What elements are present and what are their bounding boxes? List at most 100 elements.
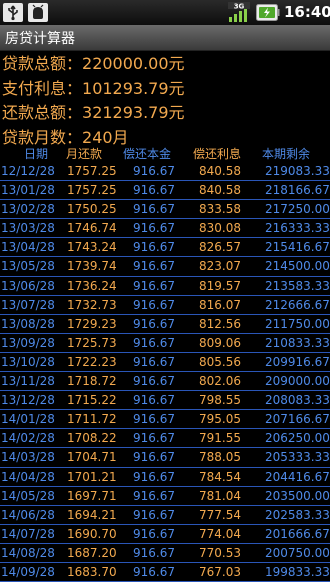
cell-date: 13/08/28 xyxy=(1,316,55,331)
cell-monthly-payment: 1757.25 xyxy=(67,164,117,178)
cell-interest: 816.07 xyxy=(199,297,241,312)
table-row[interactable]: 14/05/28 1697.71 916.67 781.04 203500.00 xyxy=(0,487,330,506)
cell-interest: 805.56 xyxy=(199,354,241,369)
summary-value: 321293.79元 xyxy=(82,103,185,122)
cell-remaining: 210833.33 xyxy=(265,335,330,350)
cell-date: 14/03/28 xyxy=(1,450,55,465)
svg-text:3G: 3G xyxy=(234,2,245,10)
cell-principal: 916.67 xyxy=(133,354,175,369)
cell-interest: 819.57 xyxy=(199,278,241,293)
table-row[interactable]: 13/02/28 1750.25 916.67 833.58 217250.00 xyxy=(0,200,330,220)
header-principal: 偿还本金 xyxy=(123,147,172,161)
table-row[interactable]: 14/03/28 1704.71 916.67 788.05 205333.33 xyxy=(0,448,330,468)
cell-monthly-payment: 1708.22 xyxy=(67,431,117,446)
summary-label: 贷款总额： xyxy=(2,54,83,73)
table-row[interactable]: 13/10/28 1722.23 916.67 805.56 209916.67 xyxy=(0,353,330,373)
cell-remaining: 204416.67 xyxy=(265,469,330,484)
cell-monthly-payment: 1711.72 xyxy=(67,412,117,427)
cell-monthly-payment: 1743.24 xyxy=(67,240,117,255)
cell-monthly-payment: 1683.70 xyxy=(67,564,117,579)
table-row[interactable]: 13/08/28 1729.23 916.67 812.56 211750.00 xyxy=(0,315,330,334)
cell-interest: 777.54 xyxy=(199,507,241,522)
table-row[interactable]: 14/01/28 1711.72 916.67 795.05 207166.67 xyxy=(0,410,330,430)
cell-principal: 916.67 xyxy=(133,164,175,178)
cell-date: 13/03/28 xyxy=(1,221,55,236)
cell-interest: 809.06 xyxy=(199,335,241,350)
cell-remaining: 208083.33 xyxy=(265,393,330,408)
cell-remaining: 205333.33 xyxy=(265,450,330,465)
repayment-schedule-table[interactable]: 日期 月还款 偿还本金 偿还利息 本期剩余 12/12/28 1757.25 916… xyxy=(0,146,330,582)
summary-value: 101293.79元 xyxy=(82,78,185,98)
cell-date: 13/05/28 xyxy=(1,259,55,274)
cell-interest: 767.03 xyxy=(199,564,241,579)
cell-principal: 916.67 xyxy=(133,335,175,350)
cell-principal: 916.67 xyxy=(133,450,175,465)
summary-interest: 支付利息：101293.79元 xyxy=(0,77,330,102)
summary-value: 220000.00元 xyxy=(82,54,185,73)
cell-date: 14/01/28 xyxy=(1,412,55,427)
cell-remaining: 201666.67 xyxy=(265,526,330,541)
cell-interest: 833.58 xyxy=(199,202,241,217)
table-body: 12/12/28 1757.25 916.67 840.58 219083.33 13/0… xyxy=(0,162,330,582)
cell-interest: 791.55 xyxy=(199,431,241,446)
table-row[interactable]: 14/04/28 1701.21 916.67 784.54 204416.67 xyxy=(0,468,330,487)
table-row[interactable]: 12/12/28 1757.25 916.67 840.58 219083.33 xyxy=(0,162,330,182)
cell-date: 14/02/28 xyxy=(1,431,55,446)
cell-principal: 916.67 xyxy=(133,393,175,408)
cell-monthly-payment: 1750.25 xyxy=(67,202,117,217)
cell-principal: 916.67 xyxy=(133,374,175,389)
cell-principal: 916.67 xyxy=(133,240,175,255)
cell-date: 13/11/28 xyxy=(1,374,55,389)
table-row[interactable]: 13/04/28 1743.24 916.67 826.57 215416.67 xyxy=(0,238,330,258)
cell-monthly-payment: 1704.71 xyxy=(67,450,117,465)
cell-date: 14/08/28 xyxy=(1,545,55,560)
cell-date: 13/01/28 xyxy=(1,183,55,198)
cell-date: 13/06/28 xyxy=(1,278,55,293)
table-row[interactable]: 13/05/28 1739.74 916.67 823.07 214500.00 xyxy=(0,257,330,277)
cell-monthly-payment: 1746.74 xyxy=(67,221,117,236)
table-row[interactable]: 14/02/28 1708.22 916.67 791.55 206250.00 xyxy=(0,429,330,449)
app-title-bar: 房贷计算器 xyxy=(0,25,330,51)
cell-interest: 812.56 xyxy=(199,316,241,331)
cell-principal: 916.67 xyxy=(133,316,175,331)
table-row[interactable]: 13/12/28 1715.22 916.67 798.55 208083.33 xyxy=(0,391,330,411)
cell-monthly-payment: 1757.25 xyxy=(67,183,117,198)
cell-remaining: 212666.67 xyxy=(265,297,330,312)
cell-principal: 916.67 xyxy=(133,221,175,236)
cell-interest: 840.58 xyxy=(199,164,241,178)
cell-interest: 784.54 xyxy=(199,469,241,484)
table-row[interactable]: 13/09/28 1725.73 916.67 809.06 210833.33 xyxy=(0,334,330,353)
cell-date: 13/10/28 xyxy=(1,354,55,369)
cell-date: 12/12/28 xyxy=(1,164,55,178)
table-row[interactable]: 14/08/28 1687.20 916.67 770.53 200750.00 xyxy=(0,544,330,563)
cell-date: 13/04/28 xyxy=(1,240,55,255)
table-row[interactable]: 14/07/28 1690.70 916.67 774.04 201666.67 xyxy=(0,525,330,544)
header-date: 日期 xyxy=(24,147,49,161)
table-row[interactable]: 13/01/28 1757.25 916.67 840.58 218166.67 xyxy=(0,181,330,201)
cell-remaining: 215416.67 xyxy=(265,240,330,255)
table-row[interactable]: 13/03/28 1746.74 916.67 830.08 216333.33 xyxy=(0,219,330,239)
cell-monthly-payment: 1729.23 xyxy=(67,316,117,331)
cell-interest: 840.58 xyxy=(199,183,241,198)
cell-principal: 916.67 xyxy=(133,202,175,217)
table-row[interactable]: 13/11/28 1718.72 916.67 802.06 209000.00 xyxy=(0,372,330,392)
table-row[interactable]: 13/06/28 1736.24 916.67 819.57 213583.33 xyxy=(0,277,330,296)
cell-monthly-payment: 1718.72 xyxy=(67,374,117,389)
table-row[interactable]: 14/06/28 1694.21 916.67 777.54 202583.33 xyxy=(0,506,330,525)
cell-principal: 916.67 xyxy=(133,278,175,293)
table-row[interactable]: 13/07/28 1732.73 916.67 816.07 212666.67 xyxy=(0,296,330,315)
table-row[interactable]: 14/09/28 1683.70 916.67 767.03 199833.33 xyxy=(0,563,330,582)
header-monthly-payment: 月还款 xyxy=(66,147,103,161)
cell-principal: 916.67 xyxy=(133,488,175,503)
cell-remaining: 199833.33 xyxy=(265,564,330,579)
cell-date: 13/09/28 xyxy=(1,335,55,350)
table-header: 日期 月还款 偿还本金 偿还利息 本期剩余 xyxy=(0,146,330,162)
cell-monthly-payment: 1690.70 xyxy=(67,526,117,541)
cell-interest: 774.04 xyxy=(199,526,241,541)
cell-remaining: 207166.67 xyxy=(265,412,330,427)
cell-remaining: 206250.00 xyxy=(265,431,330,446)
cell-principal: 916.67 xyxy=(133,526,175,541)
cell-remaining: 211750.00 xyxy=(265,316,330,331)
cell-interest: 781.04 xyxy=(199,488,241,503)
cell-monthly-payment: 1687.20 xyxy=(67,545,117,560)
